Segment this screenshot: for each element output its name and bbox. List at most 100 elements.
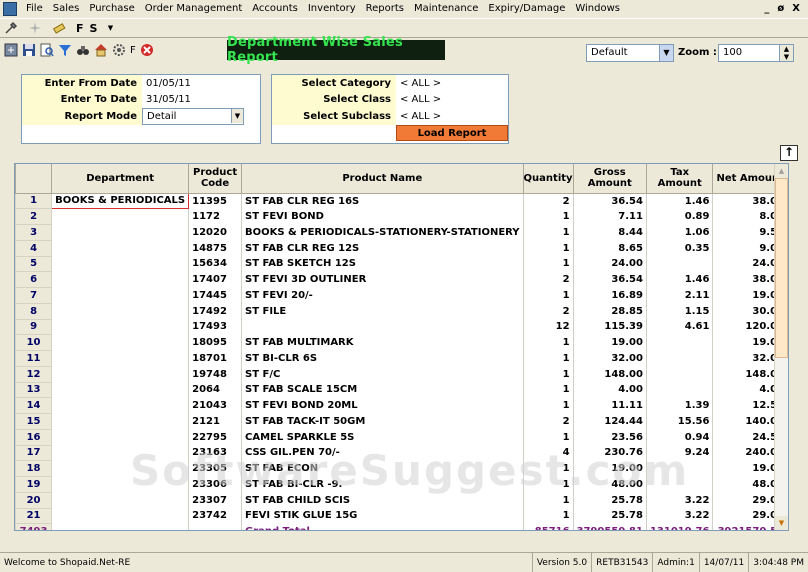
row-number[interactable]: 3	[15, 224, 53, 241]
table-row[interactable]: 20 23307 ST FAB CHILD SCIS 1 25.78 3.22 29.00	[15, 491, 788, 509]
chevron-down-icon[interactable]: ▼	[659, 45, 673, 61]
column-header-gross-amount[interactable]: Gross Amount	[572, 164, 647, 194]
menu-accounts[interactable]: Accounts	[247, 3, 303, 14]
chevron-down-icon[interactable]: ▼	[103, 21, 117, 35]
column-header-product-code[interactable]: Product Code	[188, 164, 242, 194]
table-row[interactable]: 15 2121 ST FAB TACK-IT 50GM 2 124.44 15.56 140…	[15, 413, 788, 430]
corner-cell[interactable]	[15, 164, 53, 194]
scroll-down-icon[interactable]: ▼	[775, 516, 788, 530]
subclass-select[interactable]: < ALL >	[396, 108, 508, 125]
row-number[interactable]: 16	[15, 428, 53, 446]
vertical-scrollbar[interactable]: ▲ ▼	[774, 164, 788, 530]
menu-reports[interactable]: Reports	[361, 3, 409, 14]
toolbar-s-button[interactable]: S	[90, 22, 98, 35]
from-date-input[interactable]: 01/05/11	[142, 75, 260, 92]
restore-button[interactable]: ø	[777, 3, 784, 14]
menu-items: File Sales Purchase Order Management Account…	[21, 3, 625, 14]
menu-maintenance[interactable]: Maintenance	[409, 3, 483, 14]
export-icon[interactable]	[4, 43, 18, 57]
row-number[interactable]: 8	[15, 302, 53, 320]
zoom-spinner[interactable]: ▲ ▼	[779, 45, 793, 61]
gross-amount-cell: 28.85	[573, 303, 647, 319]
table-row[interactable]: 5 15634 ST FAB SKETCH 12S 1 24.00 24.00	[15, 255, 788, 273]
table-row[interactable]: 7 17445 ST FEVI 20/- 1 16.89 2.11 19.00	[15, 287, 788, 304]
column-header-tax-amount[interactable]: Tax Amount	[645, 164, 714, 194]
row-number[interactable]: 19	[15, 476, 53, 493]
row-number[interactable]: 21	[15, 507, 53, 525]
find-icon[interactable]	[76, 43, 90, 57]
view-select[interactable]: Default ▼	[586, 44, 674, 62]
table-row[interactable]: 21 23742 FEVI STIK GLUE 15G 1 25.78 3.22 29.00	[15, 507, 788, 525]
category-select[interactable]: < ALL >	[396, 75, 508, 92]
toolbar-f-label[interactable]: F	[130, 45, 136, 56]
row-number[interactable]: 1	[15, 192, 53, 210]
row-number[interactable]: 14	[15, 397, 53, 414]
category-filter-panel: Select Category < ALL > Select Class < A…	[271, 74, 509, 144]
table-row[interactable]: 4 14875 ST FAB CLR REG 12S 1 8.65 0.35 9.00	[15, 239, 788, 257]
settings-icon[interactable]	[112, 43, 126, 57]
row-number[interactable]: 7	[15, 287, 53, 304]
table-row[interactable]: 13 2064 ST FAB SCALE 15CM 1 4.00 4.00	[15, 381, 788, 399]
table-row[interactable]: 17 23163 CSS GIL.PEN 70/- 4 230.76 9.24 240.00	[15, 444, 788, 462]
zoom-input[interactable]: 100 ▲ ▼	[718, 44, 794, 62]
table-row[interactable]: 10 18095 ST FAB MULTIMARK 1 19.00 19.00	[15, 334, 788, 351]
preview-icon[interactable]	[40, 43, 54, 57]
table-row[interactable]: 16 22795 CAMEL SPARKLE 5S 1 23.56 0.94 24.50	[15, 428, 788, 446]
sparkle-icon[interactable]	[28, 21, 42, 35]
menu-purchase[interactable]: Purchase	[84, 3, 139, 14]
home-icon[interactable]	[94, 43, 108, 57]
table-row[interactable]: 9 17493 12 115.39 4.61 120.00	[15, 318, 788, 336]
row-number[interactable]: 17	[15, 444, 53, 462]
column-header-product-name[interactable]: Product Name	[241, 164, 524, 194]
minimize-button[interactable]: _	[764, 3, 769, 14]
menu-order-management[interactable]: Order Management	[140, 3, 247, 14]
row-number[interactable]: 5	[15, 255, 53, 273]
load-report-button[interactable]: Load Report	[396, 125, 508, 141]
menu-file[interactable]: File	[21, 3, 48, 14]
row-number[interactable]: 6	[15, 271, 53, 288]
row-number[interactable]: 10	[15, 334, 53, 351]
table-row[interactable]: 6 17407 ST FEVI 3D OUTLINER 2 36.54 1.46 38.00	[15, 271, 788, 288]
row-number[interactable]: 13	[15, 381, 53, 399]
table-row[interactable]: 19 23306 ST FAB BI-CLR -9. 1 48.00 48.00	[15, 476, 788, 493]
row-number[interactable]: 18	[15, 460, 53, 477]
row-number[interactable]: 20	[15, 491, 53, 509]
table-row[interactable]: 11 18701 ST BI-CLR 6S 1 32.00 32.00	[15, 350, 788, 367]
gross-amount-cell: 124.44	[573, 413, 647, 430]
menu-inventory[interactable]: Inventory	[303, 3, 361, 14]
save-icon[interactable]	[22, 43, 36, 57]
row-number[interactable]: 4	[15, 239, 53, 257]
menu-sales[interactable]: Sales	[48, 3, 85, 14]
close-window-button[interactable]: X	[792, 3, 800, 14]
filter-icon[interactable]	[58, 43, 72, 57]
table-row[interactable]: 18 23305 ST FAB ECON 1 19.00 19.00	[15, 460, 788, 477]
row-number[interactable]: 9	[15, 318, 53, 336]
table-row[interactable]: 12 19748 ST F/C 1 148.00 148.00	[15, 365, 788, 383]
arrow-up-icon[interactable]: ↑	[780, 145, 798, 161]
table-row[interactable]: 3 12020 BOOKS & PERIODICALS-STATIONERY-STA…	[15, 224, 788, 241]
close-report-icon[interactable]	[140, 43, 154, 57]
tools-icon[interactable]	[4, 21, 18, 35]
eraser-icon[interactable]	[52, 21, 66, 35]
row-number[interactable]: 12	[15, 365, 53, 383]
menu-expiry-damage[interactable]: Expiry/Damage	[483, 3, 570, 14]
menu-windows[interactable]: Windows	[570, 3, 625, 14]
toolbar-f-button[interactable]: F	[76, 22, 84, 35]
table-row[interactable]: 1 BOOKS & PERIODICALS 11395 ST FAB CLR REG …	[15, 192, 788, 210]
row-number[interactable]: 2	[15, 208, 53, 225]
chevron-down-icon[interactable]: ▼	[231, 109, 243, 123]
quantity-cell: 2	[523, 413, 574, 430]
table-row[interactable]: 8 17492 ST FILE 2 28.85 1.15 30.00	[15, 302, 788, 320]
scroll-thumb[interactable]	[775, 178, 788, 358]
row-number[interactable]: 11	[15, 350, 53, 367]
column-header-quantity[interactable]: Quantity	[522, 164, 574, 194]
table-row[interactable]: 14 21043 ST FEVI BOND 20ML 1 11.11 1.39 12.50	[15, 397, 788, 414]
scroll-up-icon[interactable]: ▲	[775, 164, 788, 178]
table-row[interactable]: 2 1172 ST FEVI BOND 1 7.11 0.89 8.00	[15, 208, 788, 225]
row-number[interactable]: 15	[15, 413, 53, 430]
to-date-input[interactable]: 31/05/11	[142, 92, 260, 109]
class-select[interactable]: < ALL >	[396, 92, 508, 109]
grand-total-row: 7493Grand Total857163790550.81131019.763…	[15, 523, 788, 530]
report-mode-select[interactable]: Detail ▼	[142, 108, 244, 125]
column-header-department[interactable]: Department	[51, 164, 190, 194]
